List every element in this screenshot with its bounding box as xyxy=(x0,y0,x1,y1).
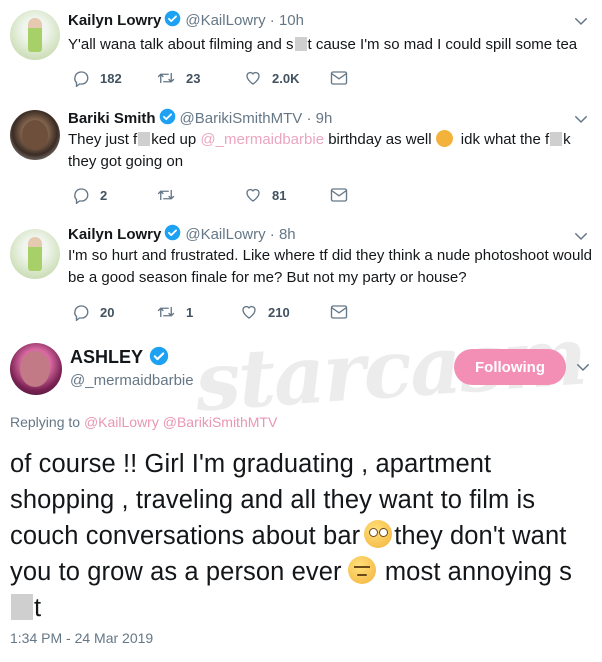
like-button[interactable]: 210 xyxy=(240,302,290,322)
main-tweet-text: of course !! Girl I'm graduating , apart… xyxy=(10,450,573,622)
like-count: 210 xyxy=(268,304,290,320)
like-icon xyxy=(242,305,256,319)
avatar-ashley[interactable] xyxy=(10,343,62,395)
message-icon xyxy=(330,71,348,85)
separator-dot: · xyxy=(269,226,275,243)
reply-button[interactable]: 20 xyxy=(72,302,114,322)
display-name[interactable]: Kailyn Lowry xyxy=(68,12,161,29)
reply-count: 182 xyxy=(100,70,122,86)
mention-link[interactable]: @_mermaidbarbie xyxy=(200,131,324,148)
like-count: 81 xyxy=(272,187,287,203)
tweet-text: I'm so hurt and frustrated. Like where t… xyxy=(68,247,593,286)
like-icon xyxy=(246,71,260,85)
facepalm-emoji-icon xyxy=(435,130,453,147)
retweet-button[interactable] xyxy=(156,185,186,205)
following-button[interactable]: Following xyxy=(454,349,566,385)
reply-count: 20 xyxy=(100,304,115,320)
tweet-header: Kailyn Lowry @KailLowry · 8h xyxy=(68,224,296,243)
tweet-time[interactable]: 8h xyxy=(279,226,296,243)
verified-icon xyxy=(159,108,175,125)
reply-icon xyxy=(74,188,89,204)
retweet-button[interactable]: 1 xyxy=(156,302,193,322)
verified-icon xyxy=(165,10,181,27)
censor-block xyxy=(138,132,151,146)
reply-button[interactable]: 182 xyxy=(72,68,122,88)
retweet-icon xyxy=(157,72,175,84)
retweet-count: 23 xyxy=(186,70,201,86)
tweet-time[interactable]: 9h xyxy=(316,110,333,127)
separator-dot: · xyxy=(269,12,275,29)
chevron-down-icon[interactable] xyxy=(572,12,590,30)
eye-roll-emoji-icon xyxy=(364,520,393,548)
display-name[interactable]: Kailyn Lowry xyxy=(68,226,161,243)
tweet-time[interactable]: 10h xyxy=(279,12,304,29)
handle[interactable]: @BarikiSmithMTV xyxy=(180,110,303,127)
display-name[interactable]: Bariki Smith xyxy=(68,110,156,127)
censor-block xyxy=(294,37,307,51)
censor-block xyxy=(11,594,33,620)
handle[interactable]: @KailLowry xyxy=(185,226,265,243)
message-icon xyxy=(330,188,348,202)
chevron-down-icon[interactable] xyxy=(572,110,590,128)
tweet-text: Y'all wana talk about filming and st cau… xyxy=(68,36,578,53)
avatar-kailyn[interactable] xyxy=(10,10,60,60)
message-icon xyxy=(330,305,348,319)
reply-icon xyxy=(74,305,89,321)
unamused-emoji-icon xyxy=(347,556,376,584)
verified-icon xyxy=(149,346,169,366)
avatar-bariki[interactable] xyxy=(10,110,60,160)
like-button[interactable]: 81 xyxy=(244,185,286,205)
like-button[interactable]: 2.0K xyxy=(244,68,299,88)
retweet-count: 1 xyxy=(186,304,194,320)
tweet-header: Bariki Smith @BarikiSmithMTV · 9h xyxy=(68,108,332,127)
avatar-kailyn[interactable] xyxy=(10,229,60,279)
message-button[interactable] xyxy=(330,185,358,205)
chevron-down-icon[interactable] xyxy=(574,358,592,376)
separator-dot: · xyxy=(306,110,312,127)
tweet-text: They just f ked up @_mermaidbarbie birthd… xyxy=(68,130,571,170)
retweet-icon xyxy=(157,189,175,201)
message-button[interactable] xyxy=(330,68,358,88)
retweet-button[interactable]: 23 xyxy=(156,68,200,88)
like-count: 2.0K xyxy=(272,70,300,86)
handle[interactable]: @KailLowry xyxy=(185,12,265,29)
reply-count: 2 xyxy=(100,187,108,203)
retweet-icon xyxy=(157,306,175,318)
main-handle[interactable]: @_mermaidbarbie xyxy=(70,372,194,389)
verified-icon xyxy=(165,224,181,241)
reply-button[interactable]: 2 xyxy=(72,185,107,205)
censor-block xyxy=(550,132,563,146)
main-timestamp[interactable]: 1:34 PM - 24 Mar 2019 xyxy=(10,630,153,646)
tweet-header: Kailyn Lowry @KailLowry · 10h xyxy=(68,10,304,29)
replying-to: Replying to @KailLowry @BarikiSmithMTV xyxy=(10,414,278,430)
reply-icon xyxy=(74,71,89,87)
replying-to-mentions[interactable]: @KailLowry @BarikiSmithMTV xyxy=(84,414,277,430)
main-display-name[interactable]: ASHLEY xyxy=(70,346,173,368)
chevron-down-icon[interactable] xyxy=(572,227,590,245)
like-icon xyxy=(246,188,260,202)
message-button[interactable] xyxy=(330,302,358,322)
